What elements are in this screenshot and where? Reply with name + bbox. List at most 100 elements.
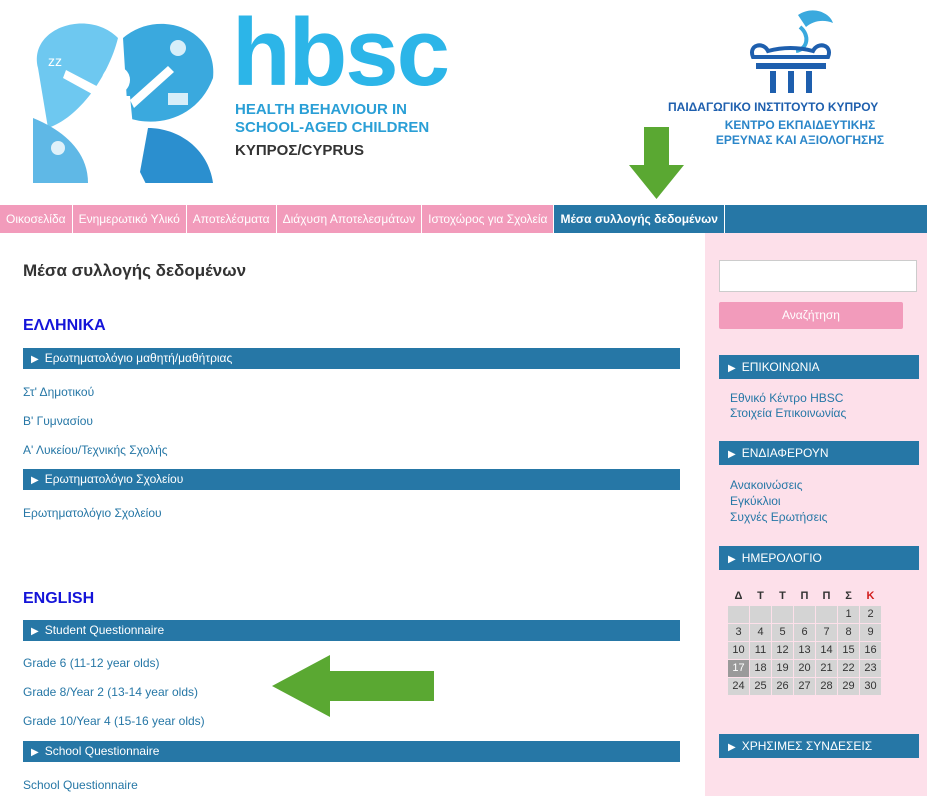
calendar-day[interactable]: 18 bbox=[750, 660, 771, 677]
link-school-questionnaire-english[interactable]: School Questionnaire bbox=[23, 778, 138, 792]
calendar-week-row: 10 11 12 13 14 15 16 bbox=[728, 642, 882, 660]
nav-info-material[interactable]: Ενημερωτικό Υλικό bbox=[72, 205, 187, 233]
link-grade6-english[interactable]: Grade 6 (11-12 year olds) bbox=[23, 656, 160, 670]
calendar-day[interactable]: 16 bbox=[860, 642, 881, 659]
sidebar-link-hbsc-center[interactable]: Εθνικό Κέντρο HBSC bbox=[730, 391, 843, 405]
sidebar-link-contact-info[interactable]: Στοιχεία Επικοινωνίας bbox=[730, 406, 846, 420]
sidebar-heading-label: ΧΡΗΣΙΜΕΣ ΣΥΝΔΕΣΕΙΣ bbox=[741, 739, 873, 753]
calendar-day[interactable]: 20 bbox=[794, 660, 815, 677]
search-input[interactable] bbox=[719, 260, 917, 292]
calendar-day[interactable]: 27 bbox=[794, 678, 815, 695]
green-arrow-left-icon bbox=[272, 655, 434, 717]
triangle-right-icon: ▶ bbox=[728, 742, 736, 753]
pi-center-line2: ΕΡΕΥΝΑΣ ΚΑΙ ΑΞΙΟΛΟΓΗΣΗΣ bbox=[715, 133, 885, 147]
accordion-label: School Questionnaire bbox=[44, 744, 160, 758]
calendar-day[interactable]: 21 bbox=[816, 660, 837, 677]
calendar-empty-cell bbox=[816, 606, 837, 623]
calendar-day[interactable]: 8 bbox=[838, 624, 859, 641]
accordion-student-questionnaire-greek[interactable]: ▶ Ερωτηματολόγιο μαθητή/μαθήτριας bbox=[23, 348, 680, 369]
calendar-day[interactable]: 11 bbox=[750, 642, 771, 659]
nav-results-dissemination[interactable]: Διάχυση Αποτελεσμάτων bbox=[276, 205, 423, 233]
accordion-student-questionnaire-english[interactable]: ▶ Student Questionnaire bbox=[23, 620, 680, 641]
calendar-day[interactable]: 7 bbox=[816, 624, 837, 641]
calendar-day[interactable]: 5 bbox=[772, 624, 793, 641]
pi-institute-name: ΠΑΙΔΑΓΩΓΙΚΟ ΙΝΣΤΙΤΟΥΤΟ ΚΥΠΡΟΥ bbox=[668, 100, 879, 114]
weekday-label: Δ bbox=[734, 590, 743, 602]
calendar-day[interactable]: 25 bbox=[750, 678, 771, 695]
calendar-grid: 1 2 3 4 5 6 7 8 9 10 11 12 13 14 15 16 17 18 19 20 21 22 23 24 2… bbox=[728, 606, 882, 696]
nav-results[interactable]: Αποτελέσματα bbox=[186, 205, 277, 233]
calendar-day[interactable]: 1 bbox=[838, 606, 859, 623]
nav-home[interactable]: Οικοσελίδα bbox=[0, 205, 73, 233]
calendar-day[interactable]: 17 bbox=[728, 660, 749, 677]
pedagogical-institute-logo bbox=[750, 10, 833, 93]
sidebar-link-announcements[interactable]: Ανακοινώσεις bbox=[730, 478, 803, 492]
accordion-label: Ερωτηματολόγιο μαθητή/μαθήτριας bbox=[44, 351, 233, 365]
sidebar-heading-label: ΕΝΔΙΑΦΕΡΟΥΝ bbox=[741, 446, 829, 460]
triangle-right-icon: ▶ bbox=[728, 554, 736, 565]
nav-data-collection[interactable]: Μέσα συλλογής δεδομένων bbox=[554, 205, 725, 233]
triangle-right-icon: ▶ bbox=[728, 363, 736, 374]
weekday-label: Σ bbox=[845, 590, 852, 602]
page-title: Μέσα συλλογής δεδομένων bbox=[23, 261, 247, 280]
triangle-right-icon: ▶ bbox=[31, 354, 39, 365]
link-grade6-greek[interactable]: Στ' Δημοτικού bbox=[23, 385, 94, 399]
green-arrow-down-icon bbox=[629, 127, 684, 199]
calendar: Δ Τ Τ Π Π Σ Κ 1 2 3 4 5 6 7 8 9 10 11 12 13 14 15 16 17 1… bbox=[728, 588, 882, 696]
calendar-week-row: 12 bbox=[728, 606, 882, 624]
calendar-day[interactable]: 22 bbox=[838, 660, 859, 677]
main-nav: Οικοσελίδα Ενημερωτικό Υλικό Αποτελέσματ… bbox=[0, 205, 927, 233]
calendar-day[interactable]: 3 bbox=[728, 624, 749, 641]
sidebar-link-circulars[interactable]: Εγκύκλιοι bbox=[730, 494, 781, 508]
svg-text:zz: zz bbox=[48, 53, 62, 69]
site-header: zz hbsc HEALTH BEHAVIOUR IN SCHOOL-AGED … bbox=[0, 0, 927, 200]
calendar-day[interactable]: 30 bbox=[860, 678, 881, 695]
hbsc-country: ΚΥΠΡΟΣ/CYPRUS bbox=[235, 142, 365, 159]
nav-schools-site[interactable]: Ιστοχώρος για Σχολεία bbox=[422, 205, 555, 233]
triangle-right-icon: ▶ bbox=[31, 626, 39, 637]
triangle-right-icon: ▶ bbox=[728, 449, 736, 460]
triangle-right-icon: ▶ bbox=[31, 475, 39, 486]
calendar-day[interactable]: 4 bbox=[750, 624, 771, 641]
sidebar-heading-interest: ▶ ΕΝΔΙΑΦΕΡΟΥΝ bbox=[719, 441, 919, 465]
calendar-day[interactable]: 14 bbox=[816, 642, 837, 659]
weekday-label: Π bbox=[822, 590, 831, 602]
accordion-school-questionnaire-greek[interactable]: ▶ Ερωτηματολόγιο Σχολείου bbox=[23, 469, 680, 490]
calendar-day[interactable]: 19 bbox=[772, 660, 793, 677]
calendar-day[interactable]: 26 bbox=[772, 678, 793, 695]
calendar-day[interactable]: 29 bbox=[838, 678, 859, 695]
link-lyceum-greek[interactable]: Α' Λυκείου/Τεχνικής Σχολής bbox=[23, 443, 168, 457]
pi-center-line1: ΚΕΝΤΡΟ ΕΚΠΑΙΔΕΥΤΙΚΗΣ bbox=[724, 118, 876, 132]
search-button[interactable]: Αναζήτηση bbox=[719, 302, 903, 329]
accordion-label: Ερωτηματολόγιο Σχολείου bbox=[44, 472, 184, 486]
sidebar-link-faq[interactable]: Συχνές Ερωτήσεις bbox=[730, 510, 827, 524]
calendar-day[interactable]: 10 bbox=[728, 642, 749, 659]
accordion-school-questionnaire-english[interactable]: ▶ School Questionnaire bbox=[23, 741, 680, 762]
weekday-label-sunday: Κ bbox=[866, 590, 875, 602]
hbsc-subtitle-line2: SCHOOL-AGED CHILDREN bbox=[235, 119, 430, 136]
calendar-day[interactable]: 2 bbox=[860, 606, 881, 623]
calendar-day[interactable]: 28 bbox=[816, 678, 837, 695]
calendar-day[interactable]: 24 bbox=[728, 678, 749, 695]
sidebar-heading-label: ΗΜΕΡΟΛΟΓΙΟ bbox=[741, 551, 822, 565]
calendar-week-row: 17 18 19 20 21 22 23 bbox=[728, 660, 882, 678]
calendar-empty-cell bbox=[794, 606, 815, 623]
calendar-day[interactable]: 23 bbox=[860, 660, 881, 677]
calendar-day[interactable]: 13 bbox=[794, 642, 815, 659]
link-grade8-english[interactable]: Grade 8/Year 2 (13-14 year olds) bbox=[23, 685, 198, 699]
accordion-label: Student Questionnaire bbox=[44, 623, 165, 637]
sidebar-heading-useful-links: ▶ ΧΡΗΣΙΜΕΣ ΣΥΝΔΕΣΕΙΣ bbox=[719, 734, 919, 758]
calendar-day[interactable]: 6 bbox=[794, 624, 815, 641]
link-grade10-english[interactable]: Grade 10/Year 4 (15-16 year olds) bbox=[23, 714, 205, 728]
link-grade8-greek[interactable]: Β' Γυμνασίου bbox=[23, 414, 93, 428]
link-school-questionnaire-greek[interactable]: Ερωτηματολόγιο Σχολείου bbox=[23, 506, 162, 520]
sidebar-heading-calendar: ▶ ΗΜΕΡΟΛΟΓΙΟ bbox=[719, 546, 919, 570]
calendar-day[interactable]: 15 bbox=[838, 642, 859, 659]
weekday-label: Π bbox=[800, 590, 809, 602]
triangle-right-icon: ▶ bbox=[31, 747, 39, 758]
calendar-empty-cell bbox=[772, 606, 793, 623]
calendar-day[interactable]: 12 bbox=[772, 642, 793, 659]
calendar-day[interactable]: 9 bbox=[860, 624, 881, 641]
weekday-label: Τ bbox=[757, 590, 764, 602]
calendar-week-row: 3456789 bbox=[728, 624, 882, 642]
